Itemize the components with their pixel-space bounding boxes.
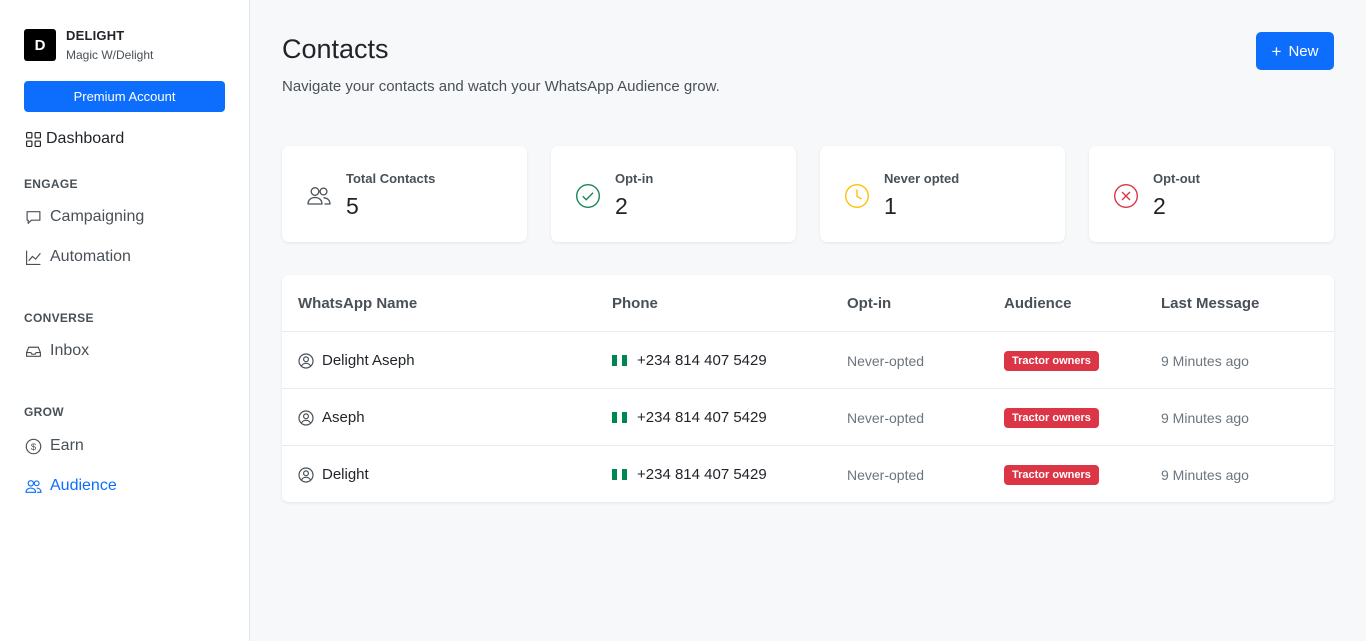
contacts-table: WhatsApp Name Phone Opt-in Audience Last… bbox=[282, 275, 1334, 502]
chart-line-icon bbox=[24, 248, 42, 266]
grid-icon bbox=[24, 130, 42, 148]
column-header-phone[interactable]: Phone bbox=[612, 295, 658, 312]
stat-value: 5 bbox=[346, 193, 359, 219]
audience-badge: Tractor owners bbox=[1004, 464, 1099, 485]
name-cell: Delight Aseph bbox=[298, 332, 415, 389]
column-header-audience[interactable]: Audience bbox=[1004, 295, 1072, 312]
opt-in-status: Never-opted bbox=[847, 466, 925, 483]
clock-icon bbox=[844, 183, 870, 209]
new-button-label: New bbox=[1288, 42, 1319, 60]
sidebar-item-inbox[interactable]: Inbox bbox=[24, 342, 89, 360]
stat-card-never-opted: Never opted 1 bbox=[820, 146, 1065, 242]
people-icon bbox=[306, 183, 332, 209]
sidebar-item-label: Campaigning bbox=[50, 208, 145, 225]
contact-phone: +234 814 407 5429 bbox=[637, 352, 767, 369]
sidebar-item-label: Dashboard bbox=[46, 130, 125, 147]
sidebar-item-label: Earn bbox=[50, 437, 84, 454]
sidebar-item-campaigning[interactable]: Campaigning bbox=[24, 208, 144, 226]
brand-subtitle: Magic W/Delight bbox=[66, 48, 154, 62]
stat-label: Never opted bbox=[884, 171, 960, 186]
sidebar-item-label: Audience bbox=[50, 477, 117, 494]
audience-cell: Tractor owners bbox=[1004, 332, 1099, 389]
stat-card-opt-out: Opt-out 2 bbox=[1089, 146, 1334, 242]
nigeria-flag-icon bbox=[612, 469, 627, 480]
premium-account-button[interactable]: Premium Account bbox=[24, 81, 225, 112]
stat-label: Opt-out bbox=[1153, 171, 1200, 186]
last-message-time: 9 Minutes ago bbox=[1161, 466, 1249, 483]
opt-in-status: Never-opted bbox=[847, 409, 925, 426]
audience-cell: Tractor owners bbox=[1004, 389, 1099, 446]
contact-phone: +234 814 407 5429 bbox=[637, 466, 767, 483]
inbox-icon bbox=[24, 342, 42, 360]
sidebar: D DELIGHT Magic W/Delight Premium Accoun… bbox=[0, 0, 250, 641]
x-circle-icon bbox=[1113, 183, 1139, 209]
sidebar-item-label: Inbox bbox=[50, 342, 90, 359]
stat-value: 2 bbox=[1153, 193, 1166, 219]
contact-phone: +234 814 407 5429 bbox=[637, 409, 767, 426]
page-title: Contacts bbox=[282, 34, 389, 64]
audience-badge: Tractor owners bbox=[1004, 350, 1099, 371]
brand-name: DELIGHT bbox=[66, 28, 125, 43]
table-row[interactable]: Delight Aseph +234 814 407 5429 Never-op… bbox=[282, 331, 1334, 388]
check-circle-icon bbox=[575, 183, 601, 209]
sidebar-item-automation[interactable]: Automation bbox=[24, 248, 131, 266]
name-cell: Delight bbox=[298, 446, 369, 502]
phone-cell: +234 814 407 5429 bbox=[612, 332, 767, 389]
sidebar-item-earn[interactable]: $ Earn bbox=[24, 437, 84, 455]
audience-cell: Tractor owners bbox=[1004, 446, 1099, 502]
user-circle-icon bbox=[298, 352, 314, 369]
contact-name: Delight bbox=[322, 466, 369, 483]
sidebar-item-label: Automation bbox=[50, 248, 131, 265]
phone-cell: +234 814 407 5429 bbox=[612, 389, 767, 446]
stat-value: 1 bbox=[884, 193, 897, 219]
phone-cell: +234 814 407 5429 bbox=[612, 446, 767, 502]
nigeria-flag-icon bbox=[612, 412, 627, 423]
stat-card-opt-in: Opt-in 2 bbox=[551, 146, 796, 242]
user-circle-icon bbox=[298, 466, 314, 483]
table-row[interactable]: Aseph +234 814 407 5429 Never-opted Trac… bbox=[282, 388, 1334, 445]
nigeria-flag-icon bbox=[612, 355, 627, 366]
stat-value: 2 bbox=[615, 193, 628, 219]
people-icon bbox=[24, 477, 42, 495]
brand-logo: D bbox=[24, 29, 56, 61]
opt-in-status: Never-opted bbox=[847, 352, 925, 369]
table-row[interactable]: Delight +234 814 407 5429 Never-opted Tr… bbox=[282, 445, 1334, 502]
section-label-grow: GROW bbox=[24, 405, 64, 419]
svg-text:$: $ bbox=[30, 442, 36, 453]
name-cell: Aseph bbox=[298, 389, 365, 446]
plus-icon: + bbox=[1271, 41, 1282, 61]
audience-badge: Tractor owners bbox=[1004, 407, 1099, 428]
section-label-engage: ENGAGE bbox=[24, 177, 78, 191]
stat-label: Total Contacts bbox=[346, 171, 436, 186]
brand[interactable]: D DELIGHT Magic W/Delight bbox=[24, 28, 153, 62]
page-subtitle: Navigate your contacts and watch your Wh… bbox=[282, 78, 720, 95]
stat-card-total-contacts: Total Contacts 5 bbox=[282, 146, 527, 242]
column-header-whatsapp-name[interactable]: WhatsApp Name bbox=[298, 295, 417, 312]
column-header-last-message[interactable]: Last Message bbox=[1161, 295, 1259, 312]
new-contact-button[interactable]: + New bbox=[1256, 32, 1334, 70]
sidebar-item-audience[interactable]: Audience bbox=[24, 477, 117, 495]
last-message-time: 9 Minutes ago bbox=[1161, 409, 1249, 426]
section-label-converse: CONVERSE bbox=[24, 311, 94, 325]
stat-label: Opt-in bbox=[615, 171, 654, 186]
column-header-opt-in[interactable]: Opt-in bbox=[847, 295, 891, 312]
user-circle-icon bbox=[298, 409, 314, 426]
last-message-time: 9 Minutes ago bbox=[1161, 352, 1249, 369]
chat-icon bbox=[24, 208, 42, 226]
contact-name: Delight Aseph bbox=[322, 352, 415, 369]
contact-name: Aseph bbox=[322, 409, 365, 426]
dollar-coin-icon: $ bbox=[24, 437, 42, 455]
sidebar-item-dashboard[interactable]: Dashboard bbox=[24, 130, 124, 148]
